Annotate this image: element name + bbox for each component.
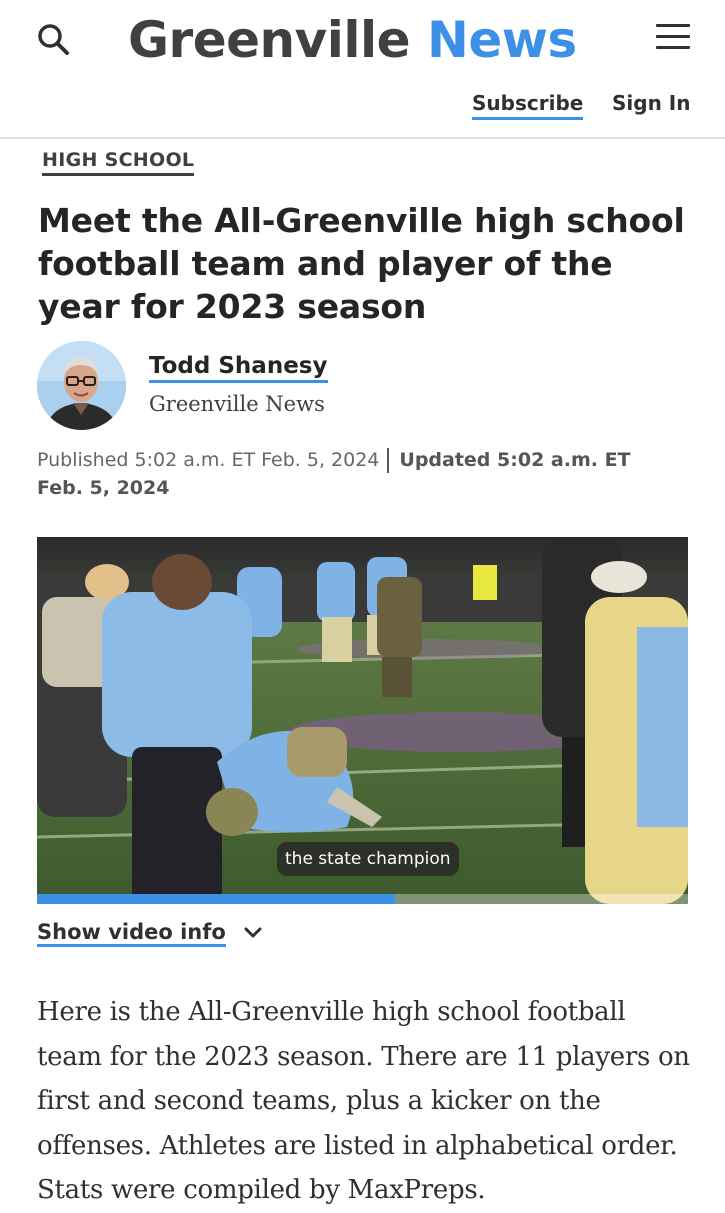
section-tag[interactable]: HIGH SCHOOL (42, 148, 195, 176)
published-date: Published 5:02 a.m. ET Feb. 5, 2024 (37, 449, 380, 471)
author-name-link[interactable]: Todd Shanesy (149, 352, 328, 383)
video-progress-fill (37, 894, 396, 904)
video-caption: the state champion (277, 842, 459, 876)
show-video-info-label: Show video info (37, 920, 226, 947)
site-logo[interactable]: Greenville News (128, 6, 577, 74)
video-progress-bar[interactable] (37, 894, 688, 904)
search-icon (38, 24, 69, 55)
author-photo (37, 341, 126, 430)
article-headline: Meet the All-Greenville high school foot… (38, 201, 685, 326)
author-avatar[interactable] (37, 341, 126, 430)
dateline: Published 5:02 a.m. ET Feb. 5, 2024 Updat… (37, 446, 677, 502)
article-body-paragraph: Here is the All-Greenville high school f… (37, 997, 690, 1205)
search-button[interactable] (36, 22, 72, 58)
logo-text-primary: Greenville (128, 11, 411, 69)
chevron-down-icon (244, 927, 262, 938)
dateline-divider (387, 448, 390, 473)
author-organization: Greenville News (149, 392, 325, 416)
video-player[interactable]: the state champion (37, 537, 688, 904)
sign-in-link[interactable]: Sign In (612, 90, 690, 116)
subscribe-link[interactable]: Subscribe (472, 90, 584, 120)
site-header: Greenville News Subscribe Sign In (0, 0, 725, 139)
show-video-info-button[interactable]: Show video info (37, 918, 263, 947)
hamburger-menu-icon (656, 24, 690, 49)
menu-button[interactable] (656, 24, 690, 52)
logo-text-accent: News (426, 11, 577, 69)
